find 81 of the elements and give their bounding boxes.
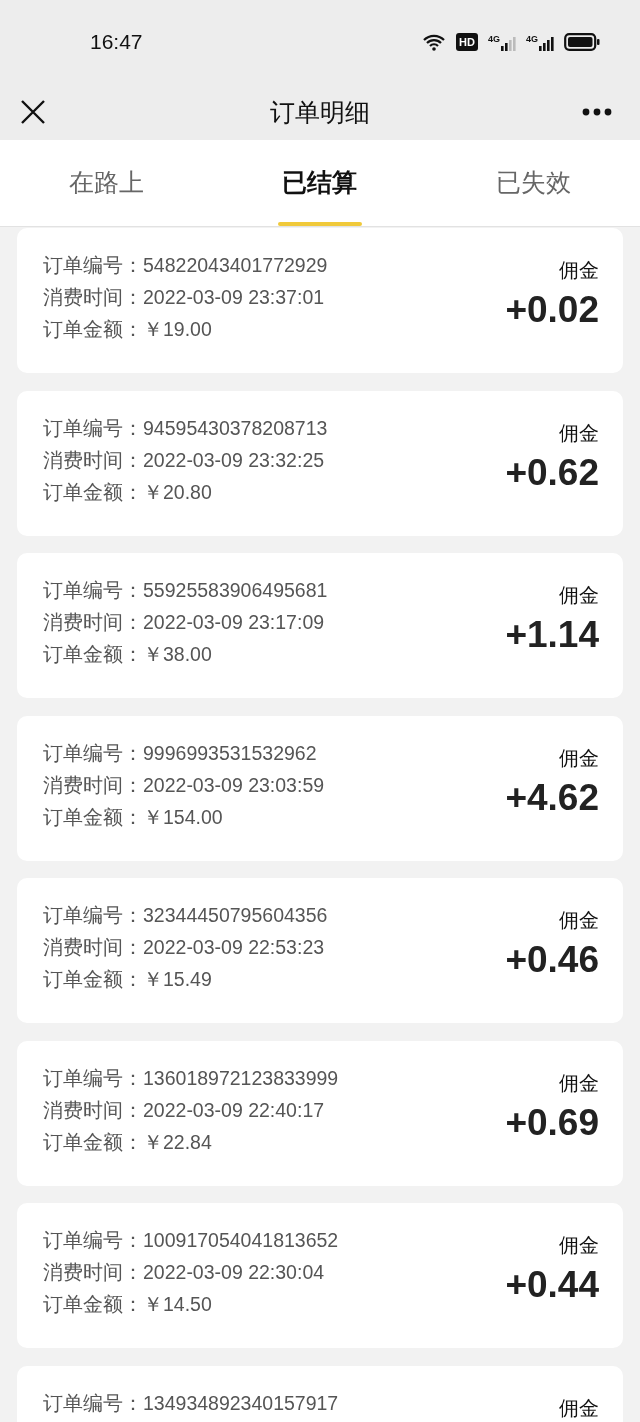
battery-icon xyxy=(564,33,600,51)
order-card[interactable]: 订单编号：54822043401772929 消费时间：2022-03-09 23:37:01 订单金额：￥19.00 佣金 +0.02 xyxy=(17,228,623,373)
field-value: 2022-03-09 23:37:01 xyxy=(143,286,325,309)
commission-label: 佣金 xyxy=(559,1395,599,1420)
close-icon xyxy=(20,99,46,125)
commission-label: 佣金 xyxy=(559,745,599,770)
field-value: 2022-03-09 22:30:04 xyxy=(143,1261,325,1284)
hd-badge: HD xyxy=(456,33,478,51)
field-label: 订单金额： xyxy=(43,1130,143,1154)
field-value: ￥15.49 xyxy=(143,968,212,991)
field-value: ￥22.84 xyxy=(143,1130,212,1154)
field-label: 订单金额： xyxy=(43,968,143,991)
field-label: 订单金额： xyxy=(43,805,143,829)
order-card[interactable]: 订单编号：9996993531532962 消费时间：2022-03-09 23:03:59 订单金额：￥154.00 佣金 +4.62 xyxy=(17,715,623,861)
field-label: 订单金额： xyxy=(43,1293,143,1316)
more-button[interactable] xyxy=(582,108,612,116)
field-value: 54822043401772929 xyxy=(143,254,328,277)
close-button[interactable] xyxy=(20,99,46,125)
field-value: 136018972123833999 xyxy=(143,1066,339,1090)
clock-time: 16:47 xyxy=(90,30,144,54)
field-value: 100917054041813652 xyxy=(143,1229,339,1252)
field-label: 订单编号： xyxy=(43,579,143,602)
tab[interactable]: 已失效 xyxy=(426,140,640,226)
field-value: ￥14.50 xyxy=(143,1293,212,1316)
commission-label: 佣金 xyxy=(559,583,599,607)
commission-amount: +0.69 xyxy=(505,1100,599,1145)
field-value: 9996993531532962 xyxy=(143,741,317,765)
order-card[interactable]: 订单编号：55925583906495681 消费时间：2022-03-09 23:17:09 订单金额：￥38.00 佣金 +1.14 xyxy=(17,553,623,698)
field-value: ￥38.00 xyxy=(143,643,212,666)
field-label: 消费时间： xyxy=(43,448,143,472)
order-card[interactable]: 订单编号：134934892340157917 佣金 xyxy=(17,1365,623,1422)
field-value: 2022-03-09 23:17:09 xyxy=(143,611,325,634)
field-value: 2022-03-09 23:32:25 xyxy=(143,448,325,472)
field-value: 2022-03-09 23:03:59 xyxy=(143,773,325,797)
tab[interactable]: 已结算 xyxy=(213,140,427,226)
order-card[interactable]: 订单编号：100917054041813652 消费时间：2022-03-09 22:30:04 订单金额：￥14.50 佣金 +0.44 xyxy=(17,1203,623,1348)
order-card[interactable]: 订单编号：32344450795604356 消费时间：2022-03-09 22:53:23 订单金额：￥15.49 佣金 +0.46 xyxy=(17,878,623,1023)
field-label: 订单编号： xyxy=(43,416,143,440)
field-label: 订单金额： xyxy=(43,318,143,341)
field-label: 订单金额： xyxy=(43,643,143,666)
commission-amount: +4.62 xyxy=(505,775,599,820)
commission-amount: +0.02 xyxy=(505,288,599,332)
commission-label: 佣金 xyxy=(559,1070,599,1095)
field-value: ￥19.00 xyxy=(143,318,212,341)
field-value: ￥20.80 xyxy=(143,480,212,504)
network-label: 4G xyxy=(526,33,538,44)
field-label: 订单编号： xyxy=(43,904,143,927)
order-card[interactable]: 订单编号：136018972123833999 消费时间：2022-03-09 22:40:17 订单金额：￥22.84 佣金 +0.69 xyxy=(17,1040,623,1186)
commission-label: 佣金 xyxy=(559,420,599,445)
field-label: 订单金额： xyxy=(43,480,143,504)
network-label: 4G xyxy=(487,33,500,44)
field-label: 订单编号： xyxy=(43,1391,143,1415)
commission-label: 佣金 xyxy=(559,908,599,932)
field-label: 订单编号： xyxy=(43,254,143,277)
field-label: 消费时间： xyxy=(43,936,143,959)
field-label: 消费时间： xyxy=(43,286,143,309)
field-label: 订单编号： xyxy=(43,1066,143,1090)
field-label: 消费时间： xyxy=(43,1261,143,1284)
field-label: 消费时间： xyxy=(43,611,143,634)
field-label: 订单编号： xyxy=(43,1229,143,1252)
field-value: 134934892340157917 xyxy=(143,1391,339,1415)
field-value: ￥154.00 xyxy=(143,805,223,829)
commission-amount: +0.62 xyxy=(505,450,599,495)
tab[interactable]: 在路上 xyxy=(0,140,214,226)
field-label: 消费时间： xyxy=(43,773,143,797)
wifi-icon xyxy=(422,33,447,51)
field-value: 32344450795604356 xyxy=(143,904,328,927)
field-value: 2022-03-09 22:40:17 xyxy=(143,1098,325,1122)
field-label: 订单编号： xyxy=(43,741,143,765)
more-icon xyxy=(582,108,612,116)
order-card[interactable]: 订单编号：94595430378208713 消费时间：2022-03-09 23:32:25 订单金额：￥20.80 佣金 +0.62 xyxy=(17,390,623,536)
commission-amount: +0.44 xyxy=(505,1263,599,1307)
commission-label: 佣金 xyxy=(559,1233,599,1257)
page-title: 订单明细 xyxy=(270,97,370,126)
commission-label: 佣金 xyxy=(559,258,599,282)
field-value: 55925583906495681 xyxy=(143,579,328,602)
field-value: 2022-03-09 22:53:23 xyxy=(143,936,325,959)
commission-amount: +0.46 xyxy=(505,938,599,982)
commission-amount: +1.14 xyxy=(505,613,599,657)
field-value: 94595430378208713 xyxy=(143,416,328,440)
field-label: 消费时间： xyxy=(43,1098,143,1122)
